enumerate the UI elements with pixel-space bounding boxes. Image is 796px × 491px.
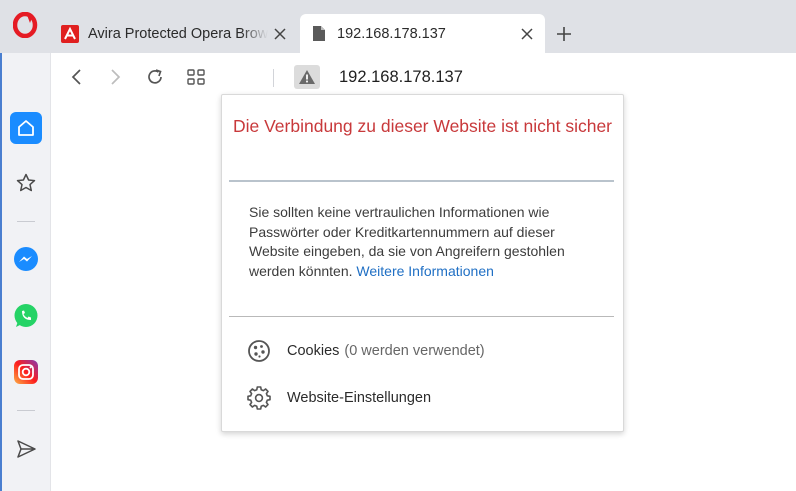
popup-divider <box>229 316 614 317</box>
tab-grid-icon[interactable] <box>185 66 207 88</box>
whatsapp-icon[interactable] <box>10 300 42 332</box>
tab-avira[interactable]: Avira Protected Opera Brow <box>53 14 298 53</box>
browser-window: Avira Protected Opera Brow 192.168.178.1… <box>0 0 796 491</box>
address-separator <box>273 69 274 87</box>
reload-icon[interactable] <box>144 66 166 88</box>
sidebar-divider <box>17 221 35 222</box>
instagram-icon[interactable] <box>10 356 42 388</box>
avira-icon <box>61 24 79 43</box>
home-icon[interactable] <box>10 112 42 144</box>
sidebar <box>0 53 51 491</box>
tab-strip: Avira Protected Opera Brow 192.168.178.1… <box>0 0 796 53</box>
tab-active[interactable]: 192.168.178.137 <box>300 14 545 53</box>
messenger-icon[interactable] <box>10 243 42 275</box>
popup-title: Die Verbindung zu dieser Website ist nic… <box>232 116 613 136</box>
site-info-popup: Die Verbindung zu dieser Website ist nic… <box>221 94 624 432</box>
close-icon[interactable] <box>268 22 292 46</box>
cookies-label: Cookies <box>287 343 340 359</box>
tab-title: 192.168.178.137 <box>337 25 446 42</box>
site-settings-row[interactable]: Website-Einstellungen <box>247 385 607 411</box>
popup-divider <box>229 180 614 182</box>
star-icon[interactable] <box>10 167 42 199</box>
close-icon[interactable] <box>515 22 539 46</box>
forward-icon[interactable] <box>105 66 127 88</box>
window-edge <box>0 53 2 491</box>
sidebar-divider <box>17 410 35 411</box>
tab-title: Avira Protected Opera Brow <box>88 25 268 42</box>
send-icon[interactable] <box>10 433 42 465</box>
document-icon <box>310 25 328 43</box>
gear-icon <box>247 386 271 410</box>
cookies-count: (0 werden verwendet) <box>344 343 485 359</box>
opera-logo-icon[interactable] <box>12 11 39 39</box>
more-info-link[interactable]: Weitere Informationen <box>356 263 493 279</box>
back-icon[interactable] <box>65 66 87 88</box>
site-settings-label: Website-Einstellungen <box>287 390 432 406</box>
warning-icon[interactable] <box>294 65 320 89</box>
cookies-row[interactable]: Cookies (0 werden verwendet) <box>247 338 607 364</box>
cookie-icon <box>247 339 271 363</box>
url-field[interactable]: 192.168.178.137 <box>339 68 463 87</box>
popup-message: Sie sollten keine vertraulichen Informat… <box>249 203 599 282</box>
new-tab-button[interactable] <box>551 21 577 47</box>
